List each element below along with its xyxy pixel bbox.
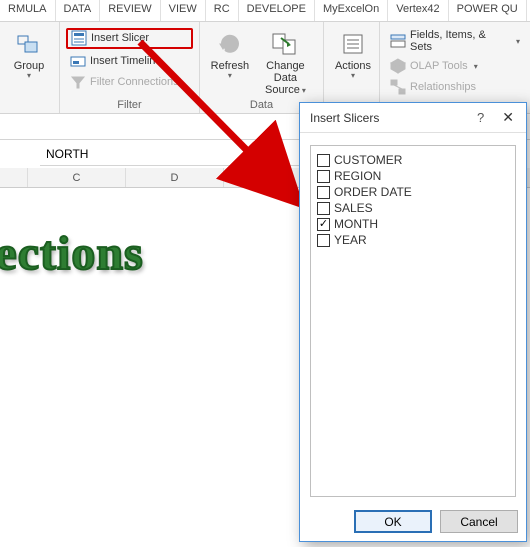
group-icon xyxy=(15,30,43,58)
actions-icon xyxy=(339,30,367,58)
ribbon-tabs: RMULA DATA REVIEW VIEW RC DEVELOPE MyExc… xyxy=(0,0,530,22)
chevron-down-icon: ▾ xyxy=(228,71,232,80)
relationships-button: Relationships xyxy=(386,78,524,96)
tab-vertex42[interactable]: Vertex42 xyxy=(388,0,448,21)
insert-slicers-dialog: Insert Slicers ? ✕ CUSTOMER REGION ORDER… xyxy=(299,102,527,542)
field-label: SALES xyxy=(334,201,373,215)
field-label: ORDER DATE xyxy=(334,185,412,199)
fields-icon xyxy=(390,33,406,49)
change-data-label: Change DataSource▾ xyxy=(254,60,317,97)
field-label: MONTH xyxy=(334,217,378,231)
field-month[interactable]: MONTH xyxy=(317,216,509,232)
checkbox-icon[interactable] xyxy=(317,202,330,215)
insert-slicer-button[interactable]: Insert Slicer xyxy=(66,28,193,49)
tab-develope[interactable]: DEVELOPE xyxy=(239,0,315,21)
filter-group-label: Filter xyxy=(66,99,193,113)
field-year[interactable]: YEAR xyxy=(317,232,509,248)
chevron-down-icon: ▾ xyxy=(516,37,520,46)
insert-slicer-label: Insert Slicer xyxy=(91,32,149,44)
field-customer[interactable]: CUSTOMER xyxy=(317,152,509,168)
slicer-icon xyxy=(71,30,87,46)
help-icon[interactable]: ? xyxy=(477,110,484,125)
close-icon[interactable]: ✕ xyxy=(498,107,518,128)
dialog-titlebar: Insert Slicers ? ✕ xyxy=(300,103,526,133)
actions-button[interactable]: Actions ▾ xyxy=(330,26,376,80)
dialog-buttons: OK Cancel xyxy=(354,510,518,533)
tab-powerqu[interactable]: POWER QU xyxy=(449,0,527,21)
change-data-icon xyxy=(271,30,299,58)
tab-myexcelon[interactable]: MyExcelOn xyxy=(315,0,388,21)
fields-items-sets-label: Fields, Items, & Sets xyxy=(410,29,510,53)
checkbox-checked-icon[interactable] xyxy=(317,218,330,231)
checkbox-icon[interactable] xyxy=(317,154,330,167)
timeline-icon xyxy=(70,53,86,69)
fields-items-sets-button[interactable]: Fields, Items, & Sets ▾ xyxy=(386,28,524,54)
cancel-button[interactable]: Cancel xyxy=(440,510,518,533)
refresh-icon xyxy=(216,30,244,58)
tab-data[interactable]: DATA xyxy=(56,0,101,21)
tab-formula[interactable]: RMULA xyxy=(0,0,56,21)
watermark: nnections xyxy=(0,226,204,281)
chevron-down-icon: ▾ xyxy=(474,62,478,71)
chevron-down-icon: ▾ xyxy=(27,71,31,80)
watermark-text: nnections xyxy=(0,226,144,281)
field-order-date[interactable]: ORDER DATE xyxy=(317,184,509,200)
dialog-title: Insert Slicers xyxy=(310,111,379,125)
field-label: REGION xyxy=(334,169,381,183)
insert-timeline-label: Insert Timeline xyxy=(90,55,162,67)
field-sales[interactable]: SALES xyxy=(317,200,509,216)
refresh-button: Refresh ▾ xyxy=(206,26,254,97)
field-label: YEAR xyxy=(334,233,367,247)
ribbon: Group ▾ Insert Slicer Insert Timeline xyxy=(0,22,530,114)
chevron-down-icon: ▾ xyxy=(351,71,355,80)
olap-icon xyxy=(390,58,406,74)
olap-tools-button: OLAP Tools ▾ xyxy=(386,57,524,75)
relationships-label: Relationships xyxy=(410,81,476,93)
col-head-d[interactable]: D xyxy=(126,168,224,187)
filter-connections-icon xyxy=(70,74,86,90)
tab-review[interactable]: REVIEW xyxy=(100,0,160,21)
col-head-c[interactable]: C xyxy=(28,168,126,187)
checkbox-icon[interactable] xyxy=(317,234,330,247)
checkbox-icon[interactable] xyxy=(317,186,330,199)
tab-view[interactable]: VIEW xyxy=(161,0,206,21)
change-data-source-button[interactable]: Change DataSource▾ xyxy=(254,26,317,97)
dialog-body: CUSTOMER REGION ORDER DATE SALES MONTH Y… xyxy=(310,145,516,497)
field-region[interactable]: REGION xyxy=(317,168,509,184)
tab-rc[interactable]: RC xyxy=(206,0,239,21)
insert-timeline-button[interactable]: Insert Timeline xyxy=(66,52,193,70)
checkbox-icon[interactable] xyxy=(317,170,330,183)
relationships-icon xyxy=(390,79,406,95)
group-button[interactable]: Group ▾ xyxy=(6,26,52,80)
ok-button[interactable]: OK xyxy=(354,510,432,533)
field-label: CUSTOMER xyxy=(334,153,402,167)
col-head-blank[interactable] xyxy=(0,168,28,187)
filter-connections-label: Filter Connections xyxy=(90,76,179,88)
olap-tools-label: OLAP Tools xyxy=(410,60,468,72)
filter-connections-button: Filter Connections xyxy=(66,73,193,91)
